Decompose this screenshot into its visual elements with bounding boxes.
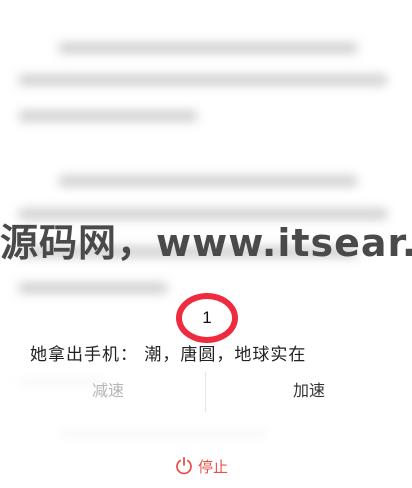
slow-down-button[interactable]: 减速 bbox=[12, 370, 204, 412]
blurred-text-line bbox=[18, 110, 198, 122]
annotation-number: 1 bbox=[202, 308, 212, 327]
speed-up-button[interactable]: 加速 bbox=[206, 370, 412, 412]
stop-button[interactable]: 停止 bbox=[174, 452, 228, 480]
power-icon bbox=[174, 456, 194, 476]
watermark: 源码网，www.itsear. bbox=[0, 221, 412, 265]
blurred-text-line bbox=[58, 175, 358, 187]
blurred-text-line bbox=[58, 42, 358, 54]
blurred-text-line bbox=[18, 74, 388, 86]
blurred-text-line bbox=[18, 282, 168, 294]
current-reading-line: 她拿出手机： 潮，唐圆，地球实在 bbox=[30, 345, 307, 365]
stop-label: 停止 bbox=[198, 457, 229, 476]
annotation-circle: 1 bbox=[176, 293, 238, 343]
